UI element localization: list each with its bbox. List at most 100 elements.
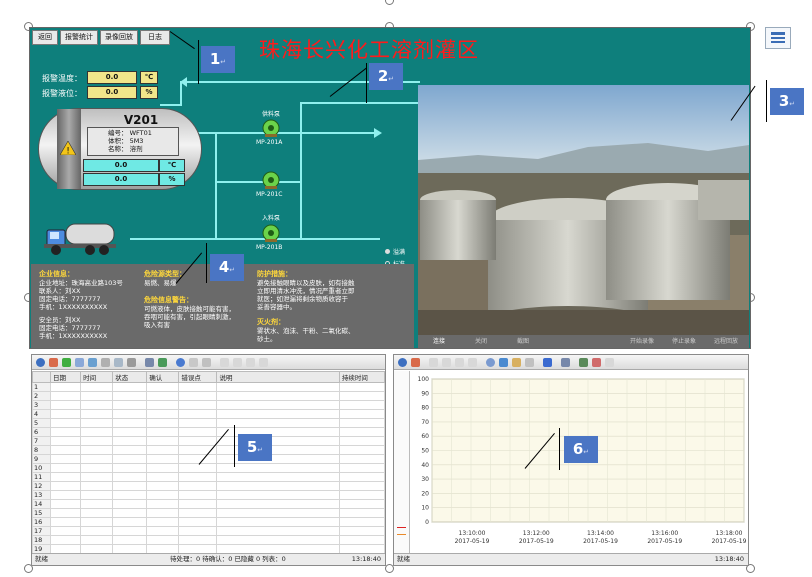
nav-back-button[interactable]: 返回 (32, 30, 58, 45)
stop-record-button[interactable]: 停止录象 (666, 337, 702, 347)
first-page-icon[interactable] (220, 358, 229, 367)
table-cell (178, 499, 218, 509)
stop-icon[interactable] (543, 358, 552, 367)
column-header[interactable]: 时间 (80, 371, 114, 383)
ruler-icon[interactable] (512, 358, 521, 367)
fire-agent-line: 砂土。 (257, 335, 277, 343)
table-cell (112, 499, 148, 509)
alarm-temp-unit: ℃ (140, 71, 158, 84)
marker-icon[interactable] (605, 358, 614, 367)
tank-name: V201 (123, 113, 159, 127)
table-cell (50, 526, 82, 536)
column-header[interactable]: 说明 (216, 371, 340, 383)
zoom-icon[interactable] (486, 358, 495, 367)
prev-page-icon[interactable] (233, 358, 242, 367)
column-header[interactable]: 确认 (146, 371, 180, 383)
start-record-button[interactable]: 开始录像 (624, 337, 660, 347)
table-row[interactable]: 11 (31, 472, 386, 482)
page-title: 珠海长兴化工溶剂灌区 (259, 38, 479, 62)
export-icon[interactable] (101, 358, 110, 367)
x-tick-date: 2017-05-19 (647, 538, 682, 545)
tank-v201[interactable]: ! V201 编号： WFT01 体积： 5M3 名称： 溶剂 0.0 ℃ 0.… (38, 108, 202, 190)
table-row[interactable]: 1 (31, 382, 386, 392)
table-cell (50, 463, 82, 473)
alarm-temp-field[interactable]: 0.0 (87, 71, 137, 84)
column-header[interactable]: 错误点 (178, 371, 218, 383)
confirm-icon[interactable] (62, 358, 71, 367)
screenshot-button[interactable]: 截图 (508, 337, 538, 347)
alarm-level-field[interactable]: 0.0 (87, 86, 137, 99)
help-icon[interactable] (398, 358, 407, 367)
print-icon[interactable] (145, 358, 154, 367)
info-icon[interactable] (176, 358, 185, 367)
connect-button[interactable]: 连接 (424, 337, 454, 347)
pan-icon[interactable] (499, 358, 508, 367)
chart-icon[interactable] (88, 358, 97, 367)
pump-icon[interactable] (262, 171, 280, 191)
table-row[interactable]: 17 (31, 526, 386, 536)
settings-icon[interactable] (579, 358, 588, 367)
rotate-handle[interactable] (385, 0, 394, 5)
prev-page-icon[interactable] (442, 358, 451, 367)
callout-6-line (559, 428, 560, 470)
refresh-icon[interactable] (202, 358, 211, 367)
table-row[interactable]: 18 (31, 535, 386, 545)
edit-icon[interactable] (114, 358, 123, 367)
last-page-icon[interactable] (468, 358, 477, 367)
tag-icon[interactable] (592, 358, 601, 367)
table-row[interactable]: 9 (31, 454, 386, 464)
table-cell (338, 409, 386, 419)
warning-icon: ! (59, 140, 77, 157)
column-header[interactable]: 持续时间 (338, 371, 386, 383)
last-page-icon[interactable] (259, 358, 268, 367)
grid-icon[interactable] (525, 358, 534, 367)
import-icon[interactable] (189, 358, 198, 367)
table-row[interactable]: 14 (31, 499, 386, 509)
filter-icon[interactable] (49, 358, 58, 367)
column-header[interactable]: 状态 (112, 371, 148, 383)
remote-playback-button[interactable]: 远程回放 (708, 337, 744, 347)
nav-log-button[interactable]: 日志 (140, 30, 170, 45)
table-row[interactable]: 10 (31, 463, 386, 473)
pump-icon[interactable] (262, 224, 280, 244)
column-header[interactable]: 日期 (50, 371, 82, 383)
table-row[interactable]: 4 (31, 409, 386, 419)
table-cell (216, 400, 340, 410)
next-page-icon[interactable] (246, 358, 255, 367)
table-row[interactable]: 5 (31, 418, 386, 428)
first-page-icon[interactable] (429, 358, 438, 367)
x-tick-label: 13:12:00 (523, 530, 550, 537)
layout-options-icon[interactable] (765, 27, 791, 49)
table-row[interactable]: 15 (31, 508, 386, 518)
table-row[interactable]: 13 (31, 490, 386, 500)
help-icon[interactable] (36, 358, 45, 367)
close-button[interactable]: 关闭 (466, 337, 496, 347)
save-icon[interactable] (158, 358, 167, 367)
table-cell (50, 454, 82, 464)
row-number: 7 (31, 436, 52, 446)
table-row[interactable]: 3 (31, 400, 386, 410)
nav-video-playback-button[interactable]: 录像回放 (100, 30, 138, 45)
table-row[interactable]: 12 (31, 481, 386, 491)
list-icon[interactable] (75, 358, 84, 367)
table-cell (178, 400, 218, 410)
settings-icon[interactable] (127, 358, 136, 367)
nav-alarm-stats-button[interactable]: 报警统计 (60, 30, 98, 45)
next-page-icon[interactable] (455, 358, 464, 367)
print-icon[interactable] (561, 358, 570, 367)
table-row[interactable]: 7 (31, 436, 386, 446)
table-cell (80, 481, 114, 491)
table-row[interactable]: 6 (31, 427, 386, 437)
table-cell (338, 391, 386, 401)
table-cell (146, 526, 180, 536)
table-cell (146, 490, 180, 500)
table-cell (50, 400, 82, 410)
table-cell (216, 517, 340, 527)
alarm-status-counts: 待处理：0 待确认：0 已隐藏 0 列表：0 (170, 555, 286, 563)
camera-video-view[interactable] (418, 85, 749, 335)
pump-icon[interactable] (262, 119, 280, 139)
table-row[interactable]: 16 (31, 517, 386, 527)
filter-icon[interactable] (411, 358, 420, 367)
table-cell (80, 508, 114, 518)
table-row[interactable]: 2 (31, 391, 386, 401)
